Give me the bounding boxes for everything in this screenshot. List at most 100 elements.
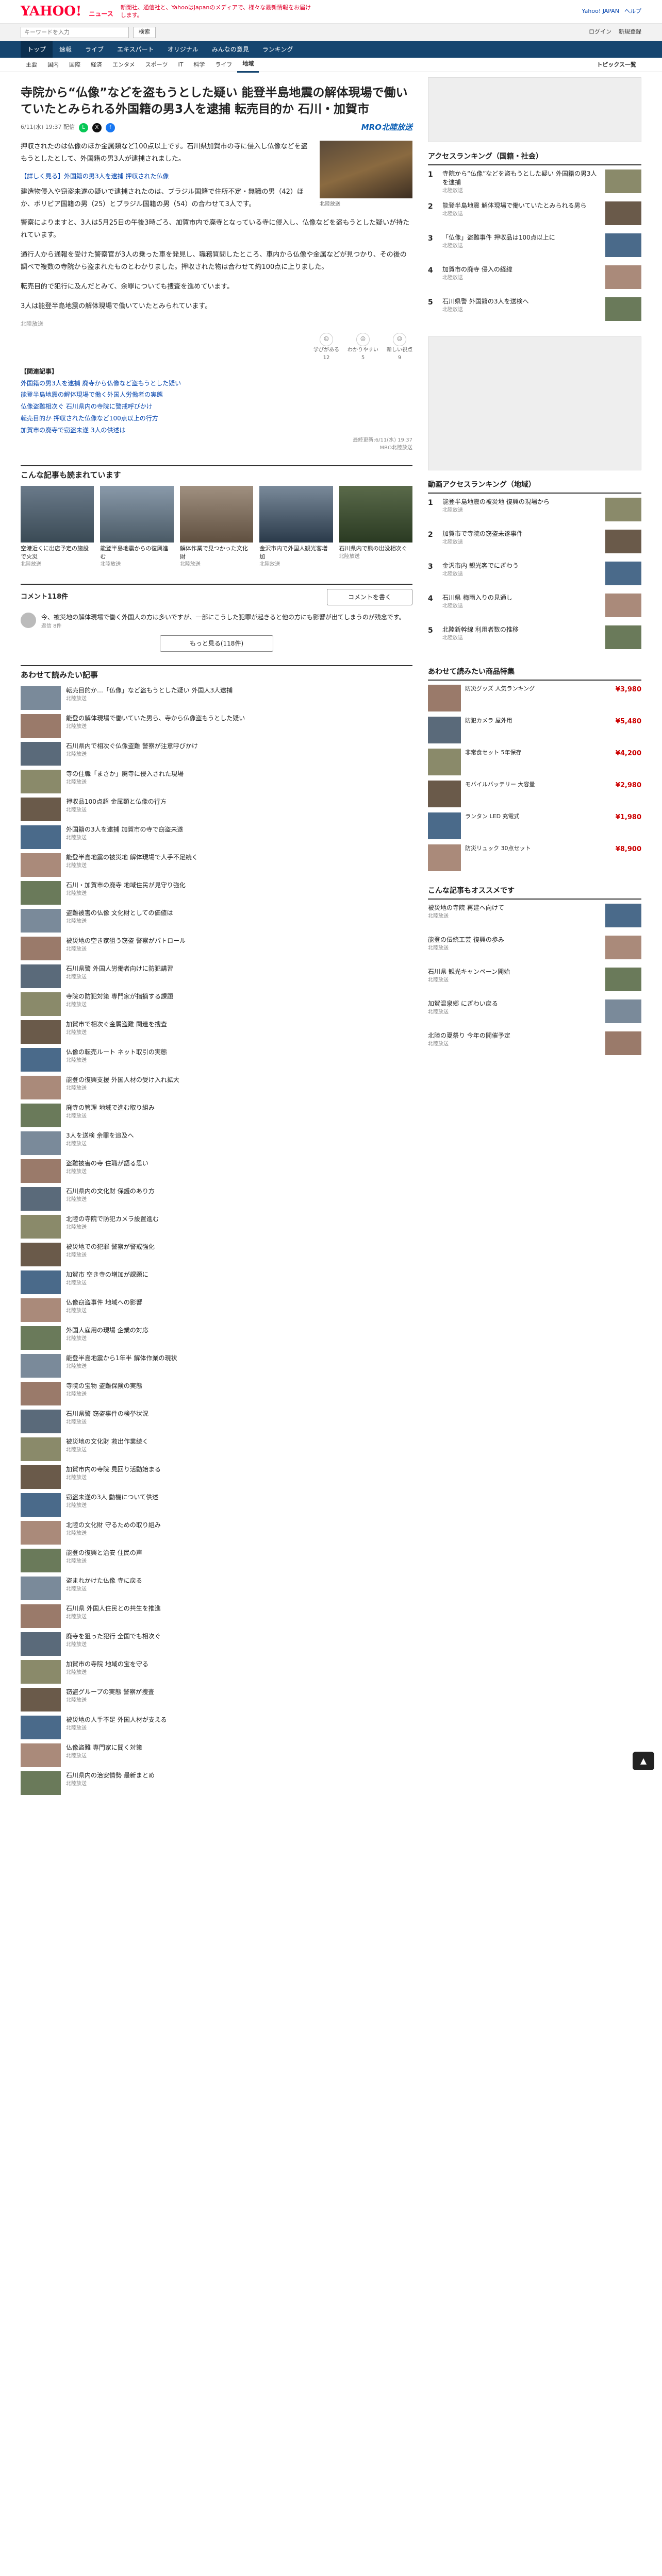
line-share-icon[interactable]: L [78, 123, 88, 132]
list-item[interactable]: 加賀市で相次ぐ金属盗難 関連を捜査 北陸放送 [21, 1020, 412, 1048]
detail-link[interactable]: 【詳しく見る】外国籍の男3人を逮捕 押収された仏像 [21, 172, 312, 181]
topic-row[interactable]: 加賀温泉郷 にぎわい戻る 北陸放送 [428, 999, 641, 1031]
list-item[interactable]: 仏像窃盗事件 地域への影響 北陸放送 [21, 1298, 412, 1326]
topic-row[interactable]: 能登の伝統工芸 復興の歩み 北陸放送 [428, 936, 641, 968]
ranking-row[interactable]: 3 「仏像」盗難事件 押収品は100点以上に 北陸放送 [428, 233, 641, 265]
ranking-row[interactable]: 1 寺院から“仏像”などを盗もうとした疑い 外国籍の男3人を逮捕 北陸放送 [428, 170, 641, 201]
article-photo[interactable] [320, 140, 412, 198]
recommend-card[interactable]: 空港近くに出店予定の施設で火災 北陸放送 [21, 486, 94, 568]
promo-text[interactable]: 新聞社、通信社と、YahooはJapanのメディアで、様々な最新情報をお届けしま… [121, 4, 317, 19]
search-input[interactable] [21, 26, 129, 38]
list-item[interactable]: 仏像盗難 専門家に聞く対策 北陸放送 [21, 1743, 412, 1771]
list-item[interactable]: 能登の解体現場で働いていた男ら、寺から仏像盗もうとした疑い 北陸放送 [21, 714, 412, 742]
ad-banner[interactable] [428, 77, 641, 142]
list-item[interactable]: 能登の復興と治安 住民の声 北陸放送 [21, 1548, 412, 1577]
comment-replies[interactable]: 返信 8件 [41, 622, 405, 630]
list-item[interactable]: 被災地の人手不足 外国人材が支える 北陸放送 [21, 1715, 412, 1743]
list-item[interactable]: 盗難被害の寺 住職が語る思い 北陸放送 [21, 1159, 412, 1187]
reaction-new[interactable]: ☺ 新しい視点 9 [387, 332, 412, 362]
list-item[interactable]: 石川県内の治安情勢 最新まとめ 北陸放送 [21, 1771, 412, 1799]
scroll-top-button[interactable]: ▲ [633, 1752, 654, 1770]
list-item[interactable]: 廃寺を狙った犯行 全国でも相次ぐ 北陸放送 [21, 1632, 412, 1660]
related-link[interactable]: 能登半島地震の解体現場で働く外国人労働者の実態 [21, 389, 412, 401]
search-button[interactable]: 検索 [133, 26, 156, 38]
list-item[interactable]: 外国人雇用の現場 企業の対応 北陸放送 [21, 1326, 412, 1354]
product-row[interactable]: 防災リュック 30点セット ¥8,900 [428, 844, 641, 876]
help-link[interactable]: ヘルプ [624, 7, 641, 16]
list-item[interactable]: 北陸の文化財 守るための取り組み 北陸放送 [21, 1520, 412, 1549]
ranking-row[interactable]: 1 能登半島地震の被災地 復興の現場から 北陸放送 [428, 498, 641, 530]
nav-original[interactable]: オリジナル [161, 41, 205, 58]
yahoo-logo[interactable]: YAHOO! [21, 2, 81, 22]
nav-ranking[interactable]: ランキング [256, 41, 300, 58]
nav-opinion[interactable]: みんなの意見 [205, 41, 256, 58]
news-logo[interactable]: ニュース [89, 9, 113, 19]
list-item[interactable]: 押収品100点超 金属類と仏像の行方 北陸放送 [21, 797, 412, 825]
recommend-card[interactable]: 解体作業で見つかった文化財 北陸放送 [179, 486, 254, 568]
related-link[interactable]: 外国籍の男3人を逮捕 廃寺から仏像など盗もうとした疑い [21, 378, 412, 389]
list-item[interactable]: 石川県警 外国人労働者向けに防犯講習 北陸放送 [21, 964, 412, 992]
product-row[interactable]: ランタン LED 充電式 ¥1,980 [428, 812, 641, 844]
facebook-share-icon[interactable]: f [105, 123, 115, 132]
list-item[interactable]: 外国籍の3人を逮捕 加賀市の寺で窃盗未遂 北陸放送 [21, 825, 412, 853]
list-item[interactable]: 盗まれかけた仏像 寺に戻る 北陸放送 [21, 1576, 412, 1604]
related-link[interactable]: 仏像盗難相次ぐ 石川県内の寺院に警戒呼びかけ [21, 401, 412, 413]
list-item[interactable]: 窃盗グループの実態 警察が捜査 北陸放送 [21, 1687, 412, 1716]
list-item[interactable]: 3人を送検 余罪を追及へ 北陸放送 [21, 1131, 412, 1159]
ranking-row[interactable]: 4 加賀市の廃寺 侵入の経緯 北陸放送 [428, 265, 641, 297]
recommend-card[interactable]: 石川県内で熊の出没相次ぐ 北陸放送 [339, 486, 413, 568]
product-row[interactable]: 非常食セット 5年保存 ¥4,200 [428, 749, 641, 781]
cat-sports[interactable]: スポーツ [140, 58, 173, 72]
cat-life[interactable]: ライフ [210, 58, 237, 72]
topic-row[interactable]: 被災地の寺院 再建へ向けて 北陸放送 [428, 904, 641, 936]
nav-live[interactable]: ライブ [78, 41, 110, 58]
x-share-icon[interactable]: X [92, 123, 102, 132]
list-item[interactable]: 被災地の文化財 救出作業続く 北陸放送 [21, 1437, 412, 1465]
nav-breaking[interactable]: 速報 [53, 41, 78, 58]
list-item[interactable]: 盗難被害の仏像 文化財としての価値は 北陸放送 [21, 908, 412, 937]
list-item[interactable]: 石川・加賀市の廃寺 地域住民が見守り強化 北陸放送 [21, 880, 412, 909]
related-link[interactable]: 加賀市の廃寺で窃盗未遂 3人の供述は [21, 425, 412, 436]
write-comment-button[interactable]: コメントを書く [326, 588, 412, 605]
list-item[interactable]: 被災地の空き家狙う窃盗 警察がパトロール 北陸放送 [21, 936, 412, 964]
list-item[interactable]: 能登半島地震の被災地 解体現場で人手不足続く 北陸放送 [21, 853, 412, 881]
cat-domestic[interactable]: 国内 [42, 58, 64, 72]
list-item[interactable]: 加賀市 空き寺の増加が課題に 北陸放送 [21, 1270, 412, 1298]
list-item[interactable]: 転売目的か…「仏像」など盗もうとした疑い 外国人3人逮捕 北陸放送 [21, 686, 412, 714]
source-logo[interactable]: MRO北陸放送 [361, 122, 412, 133]
related-link[interactable]: 転売目的か 押収された仏像など100点以上の行方 [21, 413, 412, 425]
register-link[interactable]: 新規登録 [619, 28, 641, 37]
cat-entertainment[interactable]: エンタメ [107, 58, 140, 72]
ranking-row[interactable]: 5 石川県警 外国籍の3人を送検へ 北陸放送 [428, 297, 641, 329]
ranking-row[interactable]: 4 石川県 梅雨入りの見通し 北陸放送 [428, 594, 641, 625]
topics-list-link[interactable]: トピックス一覧 [591, 58, 641, 72]
list-item[interactable]: 加賀市の寺院 地域の宝を守る 北陸放送 [21, 1659, 412, 1688]
cat-economy[interactable]: 経済 [86, 58, 107, 72]
list-item[interactable]: 能登の復興支援 外国人材の受け入れ拡大 北陸放送 [21, 1075, 412, 1104]
cat-world[interactable]: 国際 [64, 58, 86, 72]
list-item[interactable]: 北陸の寺院で防犯カメラ設置進む 北陸放送 [21, 1214, 412, 1243]
product-row[interactable]: モバイルバッテリー 大容量 ¥2,980 [428, 781, 641, 812]
product-row[interactable]: 防災グッズ 人気ランキング ¥3,980 [428, 685, 641, 717]
list-item[interactable]: 寺の住職「まさか」廃寺に侵入された現場 北陸放送 [21, 769, 412, 798]
list-item[interactable]: 石川県内で相次ぐ仏像盗難 警察が注意呼びかけ 北陸放送 [21, 741, 412, 770]
footer-source[interactable]: MRO北陸放送 [21, 444, 412, 452]
list-item[interactable]: 能登半島地震から1年半 解体作業の現状 北陸放送 [21, 1353, 412, 1382]
reaction-learn[interactable]: ☺ 学びがある 12 [313, 332, 339, 362]
list-item[interactable]: 石川県警 窃盗事件の検挙状況 北陸放送 [21, 1409, 412, 1437]
ad-banner[interactable] [428, 336, 641, 470]
list-item[interactable]: 仏像の転売ルート ネット取引の実態 北陸放送 [21, 1047, 412, 1076]
login-link[interactable]: ログイン [589, 28, 611, 37]
recommend-card[interactable]: 能登半島地震からの復興進む 北陸放送 [100, 486, 174, 568]
topic-row[interactable]: 北陸の夏祭り 今年の開催予定 北陸放送 [428, 1031, 641, 1063]
cat-local[interactable]: 地域 [237, 57, 259, 73]
topic-row[interactable]: 石川県 観光キャンペーン開始 北陸放送 [428, 968, 641, 999]
cat-it[interactable]: IT [173, 58, 188, 72]
cat-main[interactable]: 主要 [21, 58, 42, 72]
list-item[interactable]: 寺院の防犯対策 専門家が指摘する課題 北陸放送 [21, 992, 412, 1020]
list-item[interactable]: 加賀市内の寺院 見回り活動始まる 北陸放送 [21, 1465, 412, 1493]
product-row[interactable]: 防犯カメラ 屋外用 ¥5,480 [428, 717, 641, 749]
nav-expert[interactable]: エキスパート [110, 41, 161, 58]
yahoo-japan-link[interactable]: Yahoo! JAPAN [582, 7, 619, 16]
ranking-row[interactable]: 3 金沢市内 観光客でにぎわう 北陸放送 [428, 562, 641, 594]
